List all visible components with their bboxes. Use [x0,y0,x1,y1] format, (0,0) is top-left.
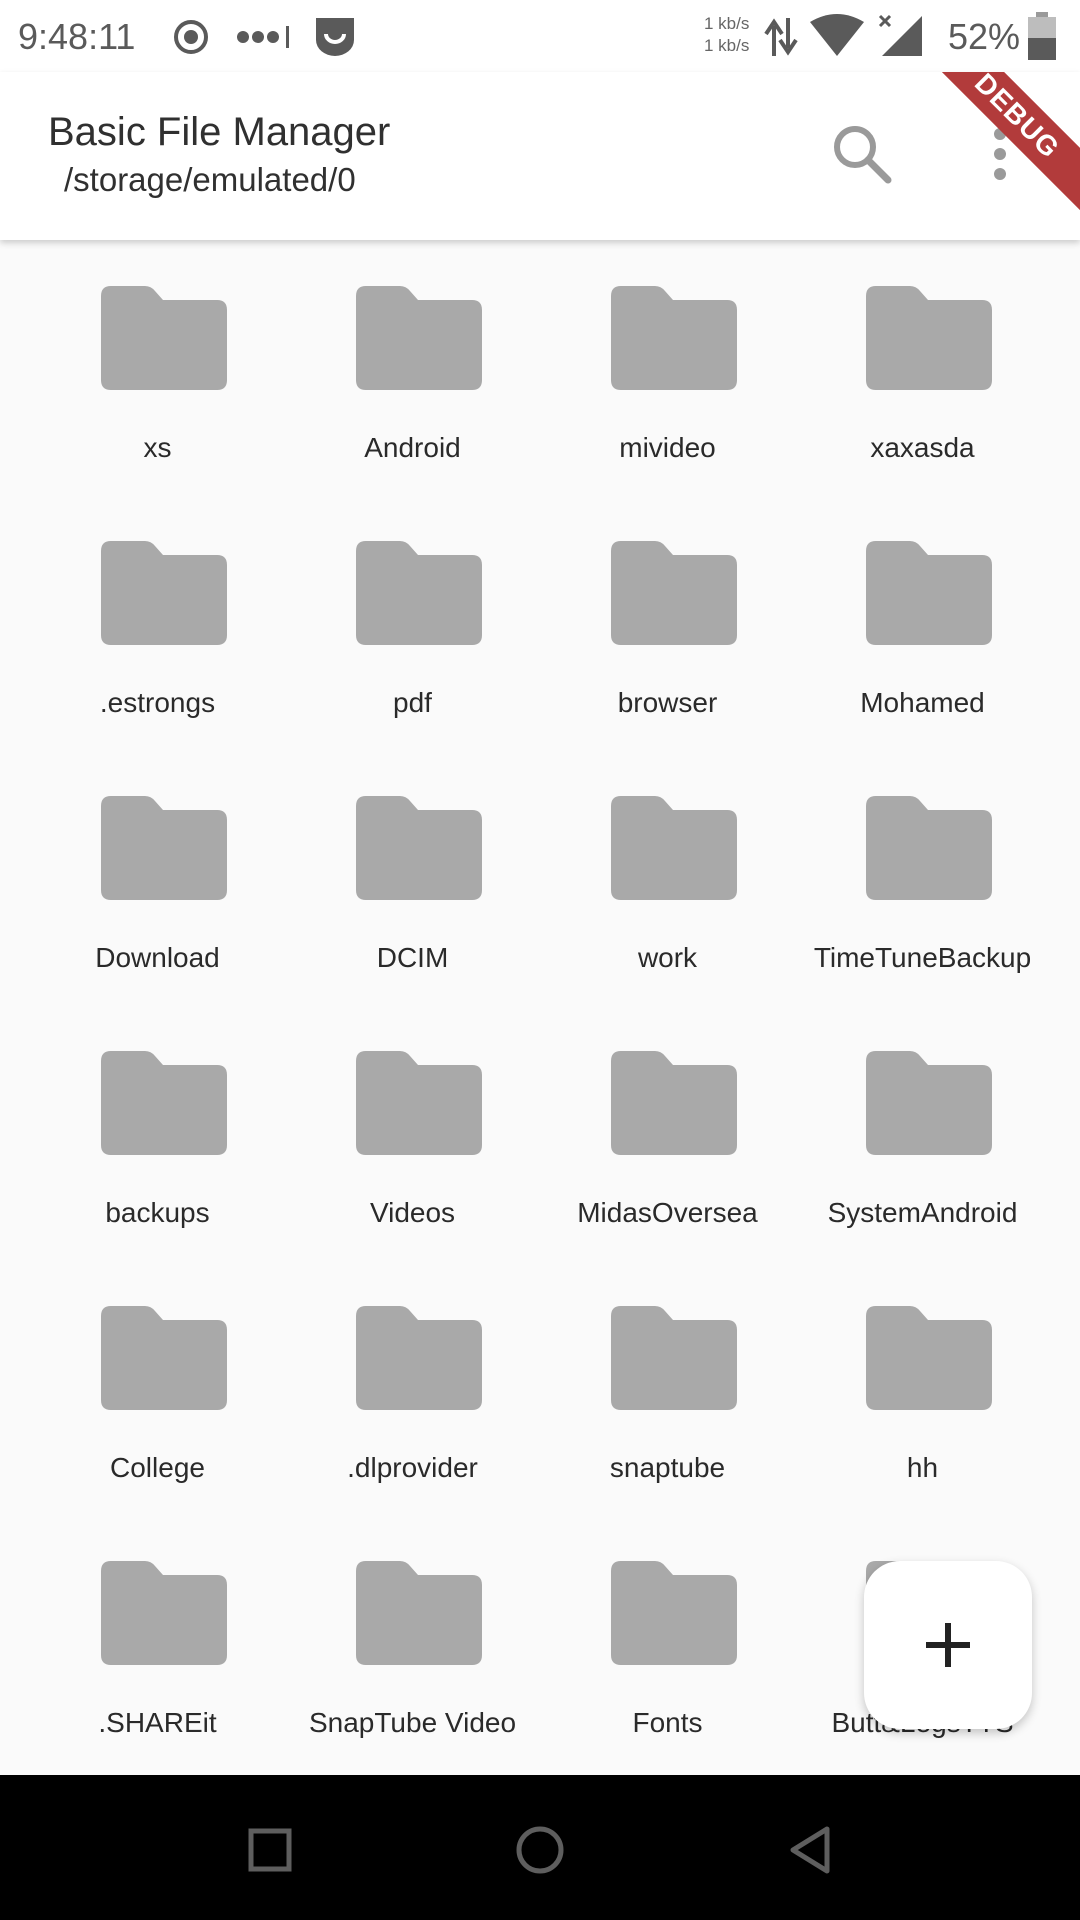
folder-item[interactable]: xaxasda [795,240,1050,495]
folder-icon [611,1306,737,1410]
folder-label: browser [617,687,718,718]
plus-icon [926,1623,970,1667]
folder-item[interactable]: Download [30,750,285,1005]
folder-label: Android [364,432,461,463]
current-path: /storage/emulated/0 [64,161,356,198]
folder-item[interactable]: Android [285,240,540,495]
folder-item[interactable]: xs [30,240,285,495]
folder-item[interactable]: Mohamed [795,495,1050,750]
folder-label: DCIM [376,942,449,973]
wifi-icon [810,14,864,56]
folder-item[interactable]: Fonts [540,1515,795,1770]
folder-item[interactable]: SnapTube Video [285,1515,540,1770]
folder-icon [866,796,992,900]
folder-item[interactable]: MidasOversea [540,1005,795,1260]
folder-label: SnapTube Video [308,1707,517,1738]
folder-item[interactable]: DCIM [285,750,540,1005]
folder-icon [101,1051,227,1155]
folder-icon [866,1051,992,1155]
battery-percent: 52% [948,16,1021,57]
folder-item[interactable]: Videos [285,1005,540,1260]
folder-icon [866,1306,992,1410]
folder-item[interactable]: backups [30,1005,285,1260]
data-transfer-icon [764,18,798,56]
folder-item[interactable]: .SHAREit [30,1515,285,1770]
folder-icon [356,541,482,645]
battery-icon [1028,12,1056,60]
folder-icon [611,286,737,390]
folder-label: work [637,942,698,973]
folder-icon [101,796,227,900]
folder-item[interactable]: snaptube [540,1260,795,1515]
folder-item[interactable]: SystemAndroid [795,1005,1050,1260]
folder-label: Fonts [632,1707,703,1738]
folder-label: mivideo [619,432,716,463]
folder-label: SystemAndroid [827,1197,1018,1228]
signal-dots-icon [237,26,289,48]
home-icon[interactable] [505,1815,575,1885]
folder-label: Mohamed [860,687,985,718]
folder-label: snaptube [609,1452,726,1483]
status-time: 9:48:11 [18,16,136,57]
folder-label: xs [143,432,172,463]
app-title: Basic File Manager [48,110,391,154]
folder-icon [356,1306,482,1410]
folder-label: hh [906,1452,939,1483]
folder-icon [866,286,992,390]
net-speed-down: 1 kb/s [704,36,750,55]
folder-label: xaxasda [870,432,975,463]
status-bar: 9:48:11 1 kb/s 1 kb/s 52% [0,0,1080,72]
folder-label: .estrongs [99,687,216,718]
folder-label: Download [95,942,220,973]
folder-icon [356,1051,482,1155]
folder-label: Videos [369,1197,456,1228]
folder-icon [101,286,227,390]
app-notification-icon [316,18,354,56]
add-button[interactable] [864,1561,1032,1729]
folder-label: backups [105,1197,210,1228]
folder-item[interactable]: browser [540,495,795,750]
recents-icon[interactable] [235,1815,305,1885]
folder-icon [101,541,227,645]
folder-item[interactable]: mivideo [540,240,795,495]
folder-label: MidasOversea [577,1197,758,1228]
record-icon [174,20,208,54]
folder-item[interactable]: work [540,750,795,1005]
folder-icon [611,541,737,645]
folder-label: .dlprovider [347,1452,478,1483]
folder-icon [101,1561,227,1665]
folder-item[interactable]: .dlprovider [285,1260,540,1515]
folder-icon [101,1306,227,1410]
folder-icon [611,1561,737,1665]
app-bar: Basic File Manager /storage/emulated/0 D… [0,72,1080,240]
folder-icon [356,286,482,390]
folder-label: TimeTuneBackup [813,942,1032,973]
back-icon[interactable] [775,1815,845,1885]
folder-grid: xs Android mivideo xaxasda .estrongs pdf brows… [0,240,1080,1775]
cell-signal-icon [878,14,922,56]
folder-item[interactable]: hh [795,1260,1050,1515]
folder-icon [356,1561,482,1665]
folder-item[interactable]: pdf [285,495,540,750]
folder-item[interactable]: College [30,1260,285,1515]
folder-icon [611,796,737,900]
folder-label: pdf [393,687,432,718]
net-speed: 1 kb/s 1 kb/s [704,13,749,57]
folder-label: College [110,1452,205,1483]
folder-item[interactable]: .estrongs [30,495,285,750]
folder-item[interactable]: TimeTuneBackup [795,750,1050,1005]
navigation-bar [0,1775,1080,1920]
net-speed-up: 1 kb/s [704,14,750,33]
search-icon[interactable] [830,122,894,186]
folder-icon [356,796,482,900]
folder-label: .SHAREit [98,1707,217,1738]
folder-icon [611,1051,737,1155]
folder-icon [866,541,992,645]
